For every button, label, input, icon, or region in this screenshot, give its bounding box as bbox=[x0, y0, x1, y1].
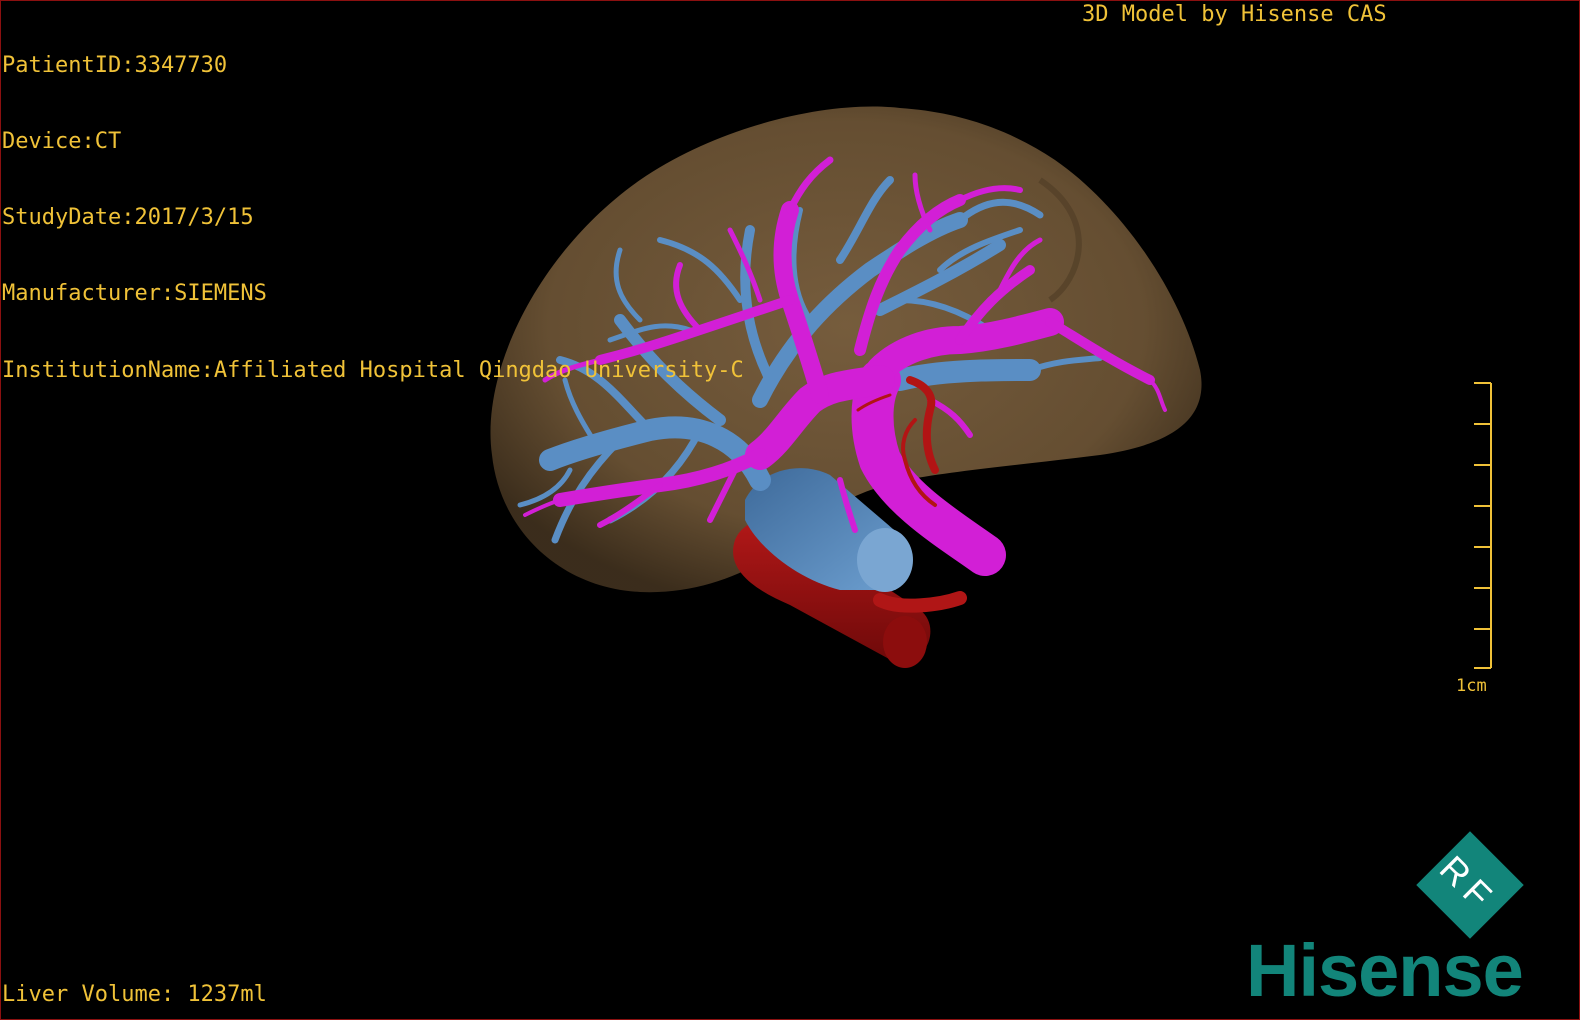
dicom-info-overlay: PatientID:3347730 Device:CT StudyDate:20… bbox=[2, 2, 744, 408]
patient-id: PatientID:3347730 bbox=[2, 52, 228, 78]
liver-volume: Liver Volume: 1237ml bbox=[2, 982, 267, 1007]
brand-caption: 3D Model by Hisense CAS bbox=[1082, 2, 1387, 27]
hisense-logo-wordmark: Hisense bbox=[1246, 929, 1524, 1012]
scale-bar-label: 1cm bbox=[1456, 676, 1487, 696]
study-date: StudyDate:2017/3/15 bbox=[2, 205, 254, 231]
rf-logo-badge: R F bbox=[1416, 831, 1524, 939]
institution-name: InstitutionName:Affiliated Hospital Qing… bbox=[2, 357, 744, 383]
device: Device:CT bbox=[2, 129, 122, 155]
manufacturer: Manufacturer:SIEMENS bbox=[2, 281, 267, 307]
scale-bar bbox=[1474, 382, 1492, 669]
